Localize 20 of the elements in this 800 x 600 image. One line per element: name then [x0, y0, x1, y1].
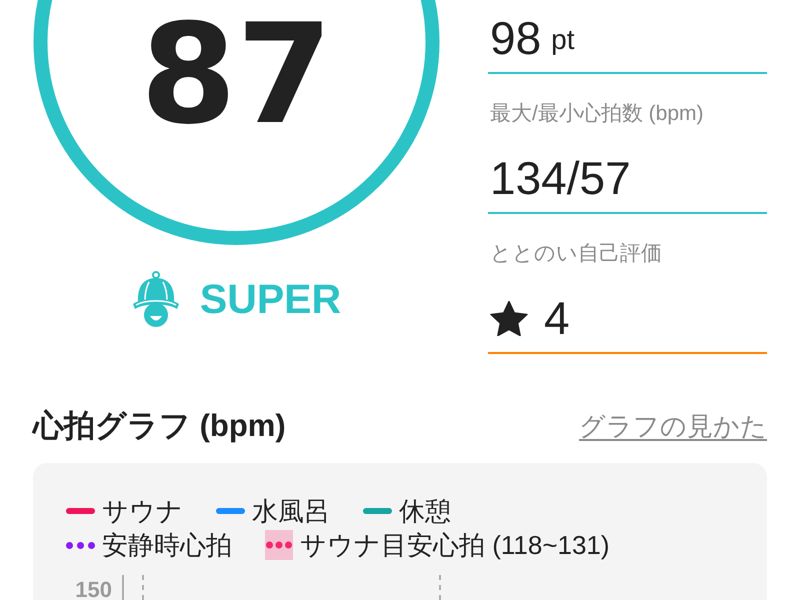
legend-label: 休憩	[399, 495, 451, 528]
stat-label: 最大/最小心拍数 (bpm)	[489, 101, 705, 127]
y-tick-label: 150	[75, 580, 112, 600]
hat-face-icon	[132, 270, 180, 328]
graph-help-link[interactable]: グラフの見かた	[579, 409, 767, 443]
graph-title: 心拍グラフ (bpm)	[33, 408, 286, 444]
legend-label: 水風呂	[252, 495, 330, 528]
star-icon	[490, 300, 528, 336]
band-swatch-icon	[265, 530, 293, 560]
stat-value: 98	[490, 11, 542, 66]
unit-label: pt	[551, 23, 575, 57]
stat-value: 134/57	[490, 151, 631, 206]
legend-label: 安静時心拍	[102, 529, 232, 562]
stat-value: 4	[544, 291, 570, 346]
y-axis-line	[122, 575, 124, 600]
stat-label: ととのい自己評価	[489, 241, 663, 267]
legend-label: サウナ目安心拍 (118~131)	[300, 529, 610, 562]
rank-label: SUPER	[200, 278, 342, 320]
score-value: 87	[140, 0, 333, 144]
legend-label: サウナ	[102, 495, 183, 528]
